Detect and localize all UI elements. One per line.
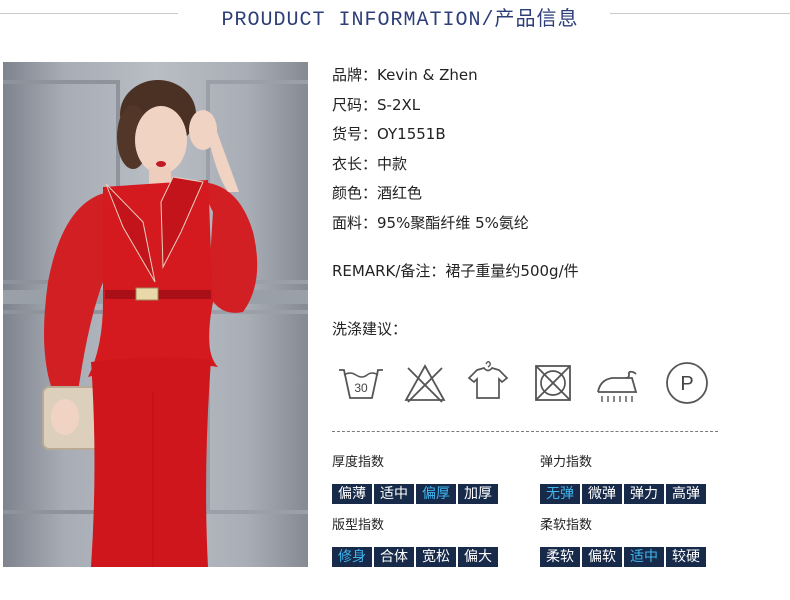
softness-option: 偏软 xyxy=(582,547,622,567)
svg-text:30: 30 xyxy=(354,381,368,395)
header-divider-right xyxy=(610,13,790,14)
fit-option-selected: 修身 xyxy=(332,547,372,567)
softness-index: 柔软指数 柔软 偏软 适中 较硬 xyxy=(540,516,706,567)
elasticity-option: 弹力 xyxy=(624,484,664,504)
page-title: PROUDUCT INFORMATION/产品信息 xyxy=(221,9,579,32)
thickness-option-selected: 偏厚 xyxy=(416,484,456,504)
model-illustration xyxy=(3,80,308,567)
detail-row-length: 衣长：中款 xyxy=(332,154,408,173)
elasticity-index-title: 弹力指数 xyxy=(540,455,593,470)
fit-options: 修身 合体 宽松 偏大 xyxy=(332,547,498,567)
elasticity-option: 微弹 xyxy=(582,484,622,504)
product-photo xyxy=(3,62,308,567)
thickness-option: 适中 xyxy=(374,484,414,504)
softness-option-selected: 适中 xyxy=(624,547,664,567)
fit-option: 合体 xyxy=(374,547,414,567)
detail-row-item-no: 货号：OY1551B xyxy=(332,125,446,143)
no-bleach-icon xyxy=(400,358,450,408)
thickness-option: 加厚 xyxy=(458,484,498,504)
thickness-option: 偏薄 xyxy=(332,484,372,504)
thickness-options: 偏薄 适中 偏厚 加厚 xyxy=(332,484,498,504)
detail-row-fabric: 面料：95%聚酯纤维 5%氨纶 xyxy=(332,213,529,232)
wash-title: 洗涤建议： xyxy=(332,320,408,338)
thickness-index: 厚度指数 偏薄 适中 偏厚 加厚 xyxy=(332,453,498,504)
dry-clean-p-icon: P xyxy=(662,358,712,408)
detail-row-size: 尺码：S-2XL xyxy=(332,95,421,114)
elasticity-option-selected: 无弹 xyxy=(540,484,580,504)
header-divider-left xyxy=(0,13,178,14)
wash-30-icon: 30 xyxy=(336,358,386,408)
softness-option: 柔软 xyxy=(540,547,580,567)
product-details: 品牌：Kevin & Zhen 尺码：S-2XL 货号：OY1551B 衣长：中… xyxy=(332,64,529,241)
fit-option: 偏大 xyxy=(458,547,498,567)
hang-dry-icon xyxy=(463,358,513,408)
softness-index-title: 柔软指数 xyxy=(540,518,593,533)
fit-option: 宽松 xyxy=(416,547,456,567)
softness-option: 较硬 xyxy=(666,547,706,567)
iron-icon xyxy=(592,358,642,408)
fit-index-title: 版型指数 xyxy=(332,518,385,533)
remark-row: REMARK/备注：裙子重量约500g/件 xyxy=(332,262,579,280)
softness-options: 柔软 偏软 适中 较硬 xyxy=(540,547,706,567)
detail-row-brand: 品牌：Kevin & Zhen xyxy=(332,66,478,84)
elasticity-option: 高弹 xyxy=(666,484,706,504)
elasticity-index: 弹力指数 无弹 微弹 弹力 高弹 xyxy=(540,453,706,504)
svg-text:P: P xyxy=(680,373,693,395)
fit-index: 版型指数 修身 合体 宽松 偏大 xyxy=(332,516,498,567)
section-divider xyxy=(332,431,718,432)
thickness-index-title: 厚度指数 xyxy=(332,455,385,470)
elasticity-options: 无弹 微弹 弹力 高弹 xyxy=(540,484,706,504)
no-tumble-dry-icon xyxy=(528,358,578,408)
detail-row-color: 颜色：酒红色 xyxy=(332,184,423,202)
